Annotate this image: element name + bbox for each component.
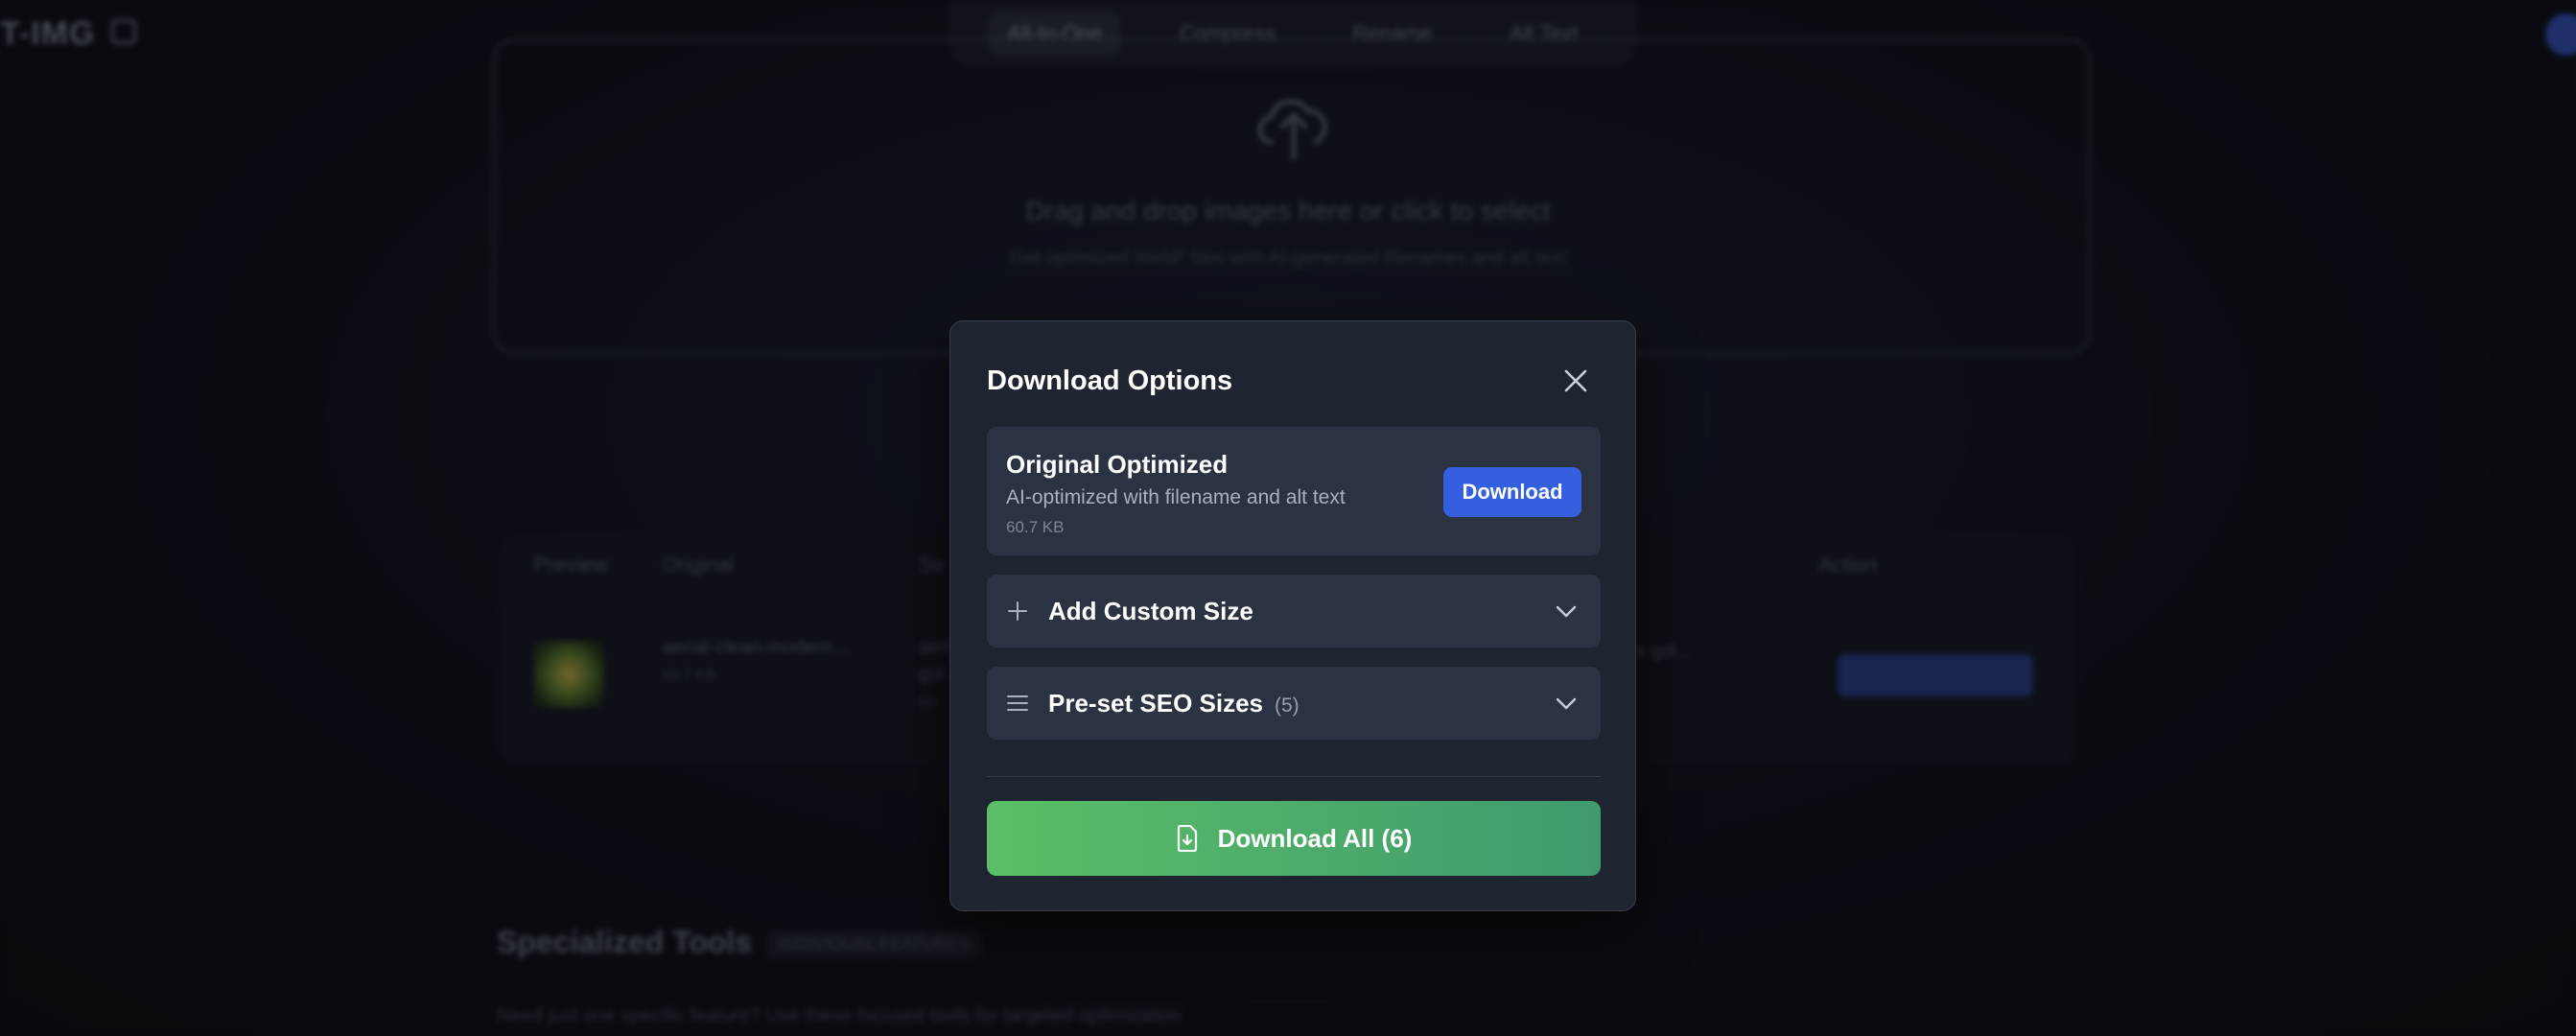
preset-seo-sizes-label: Pre-set SEO Sizes (5) xyxy=(1048,689,1300,718)
preset-seo-sizes-text: Pre-set SEO Sizes xyxy=(1048,689,1263,718)
preset-seo-sizes-toggle[interactable]: Pre-set SEO Sizes (5) xyxy=(987,667,1601,740)
add-custom-size-toggle[interactable]: Add Custom Size xyxy=(987,575,1601,648)
close-button[interactable] xyxy=(1557,362,1595,400)
download-all-label: Download All (6) xyxy=(1217,823,1413,853)
modal-title: Download Options xyxy=(987,365,1233,396)
close-icon xyxy=(1564,369,1587,392)
list-icon xyxy=(1007,695,1028,711)
plus-icon xyxy=(1008,601,1027,621)
add-custom-size-label: Add Custom Size xyxy=(1048,597,1253,625)
chevron-down-icon xyxy=(1556,697,1577,710)
file-download-icon xyxy=(1177,825,1197,852)
original-optimized-card: Original Optimized AI-optimized with fil… xyxy=(987,427,1601,555)
chevron-down-icon xyxy=(1556,605,1577,618)
original-optimized-size: 60.7 KB xyxy=(1006,518,1065,536)
download-options-modal: Download Options Original Optimized AI-o… xyxy=(949,320,1636,911)
download-button[interactable]: Download xyxy=(1443,467,1581,517)
original-optimized-description: AI-optimized with filename and alt text xyxy=(1006,486,1346,508)
download-all-button[interactable]: Download All (6) xyxy=(987,801,1601,876)
original-optimized-title: Original Optimized xyxy=(1006,450,1229,479)
preset-seo-sizes-count: (5) xyxy=(1275,695,1300,717)
divider xyxy=(987,776,1601,777)
